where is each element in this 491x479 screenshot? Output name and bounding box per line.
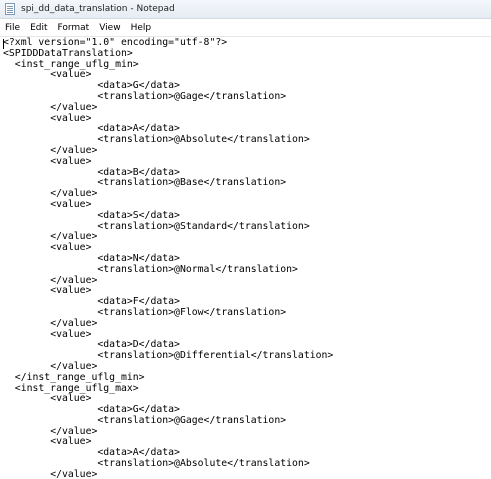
text-line: <translation>@Differential</translation> — [3, 350, 334, 362]
text-line: <value> — [3, 69, 92, 81]
text-line: <inst_range_uflg_max> — [3, 382, 139, 394]
text-line: <data>N</data> — [3, 252, 180, 264]
text-line: <data>A</data> — [3, 123, 180, 135]
text-line: </value> — [3, 231, 98, 243]
text-caret — [3, 39, 4, 49]
menu-bar: File Edit Format View Help — [0, 19, 491, 37]
text-line: <value> — [3, 242, 92, 254]
text-line: </value> — [3, 101, 98, 113]
text-line: <translation>@Flow</translation> — [3, 306, 287, 318]
menu-format[interactable]: Format — [53, 23, 95, 33]
text-line: <value> — [3, 436, 92, 448]
text-line: <value> — [3, 393, 92, 405]
text-line: <data>A</data> — [3, 447, 180, 459]
text-line: <SPIDDDataTranslation> — [3, 47, 133, 59]
text-line: <value> — [3, 198, 92, 210]
text-line: </value> — [3, 468, 98, 479]
text-line: <translation>@Normal</translation> — [3, 263, 298, 275]
text-line: <inst_range_uflg_min> — [3, 58, 139, 70]
text-line: <translation>@Standard</translation> — [3, 220, 310, 232]
text-line: <translation>@Base</translation> — [3, 177, 287, 189]
notepad-icon — [5, 3, 15, 15]
text-line: <value> — [3, 285, 92, 297]
text-line: <data>D</data> — [3, 339, 180, 351]
menu-help[interactable]: Help — [126, 23, 157, 33]
text-line: <value> — [3, 155, 92, 167]
menu-file[interactable]: File — [0, 23, 25, 33]
text-line: </value> — [3, 188, 98, 200]
text-line: <translation>@Gage</translation> — [3, 414, 287, 426]
text-line: <?xml version="1.0" encoding="utf-8"?> — [3, 37, 228, 48]
menu-edit[interactable]: Edit — [25, 23, 52, 33]
text-line: <data>G</data> — [3, 404, 180, 416]
text-line: <data>F</data> — [3, 296, 180, 308]
text-editor[interactable]: <?xml version="1.0" encoding="utf-8"?> <… — [0, 37, 491, 479]
text-line: <data>G</data> — [3, 80, 180, 92]
text-line: </value> — [3, 317, 98, 329]
text-line: <value> — [3, 112, 92, 124]
document-text[interactable]: <?xml version="1.0" encoding="utf-8"?> <… — [0, 37, 491, 479]
text-line: <value> — [3, 328, 92, 340]
window-title: spi_dd_data_translation - Notepad — [21, 4, 175, 14]
text-line: </value> — [3, 274, 98, 286]
text-line: <translation>@Gage</translation> — [3, 90, 287, 102]
text-line: </inst_range_uflg_min> — [3, 371, 145, 383]
text-line: </value> — [3, 360, 98, 372]
text-line: <data>S</data> — [3, 209, 180, 221]
text-line: </value> — [3, 144, 98, 156]
text-line: <translation>@Absolute</translation> — [3, 458, 310, 470]
text-line: <translation>@Absolute</translation> — [3, 134, 310, 146]
title-bar[interactable]: spi_dd_data_translation - Notepad — [0, 0, 491, 19]
text-line: </value> — [3, 425, 98, 437]
menu-view[interactable]: View — [94, 23, 125, 33]
notepad-window: spi_dd_data_translation - Notepad File E… — [0, 0, 491, 479]
text-line: <data>B</data> — [3, 166, 180, 178]
